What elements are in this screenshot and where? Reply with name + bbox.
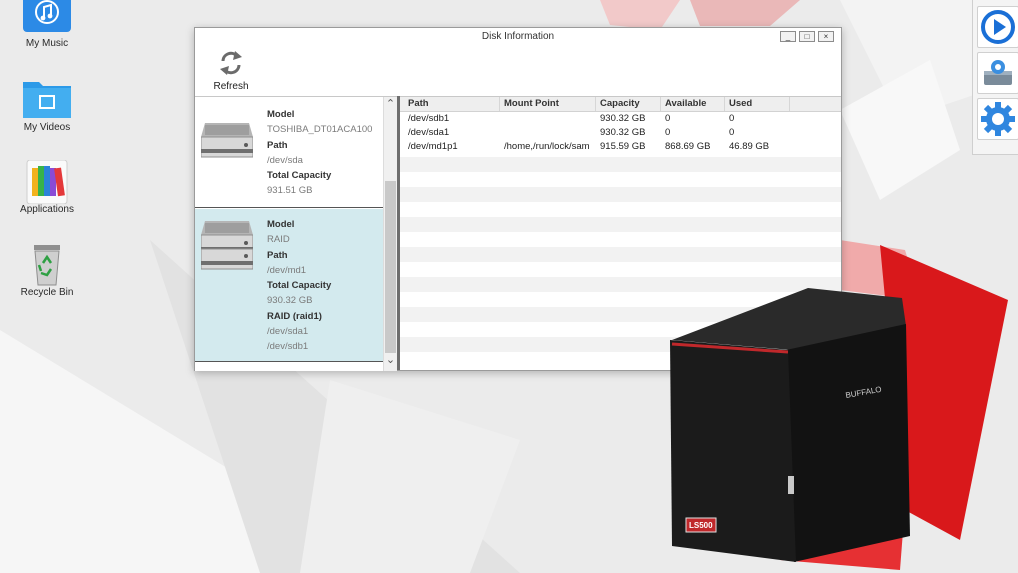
film-folder-icon bbox=[23, 78, 71, 118]
cell-capacity: 930.32 GB bbox=[600, 127, 646, 138]
cell-available: 0 bbox=[665, 113, 671, 124]
maximize-button[interactable]: □ bbox=[799, 31, 815, 42]
music-note-icon bbox=[23, 0, 71, 34]
refresh-arrows-icon bbox=[219, 50, 243, 81]
scroll-down-arrow[interactable]: ⌄ bbox=[384, 355, 397, 369]
title-bar[interactable]: Disk Information _ □ × bbox=[195, 28, 841, 46]
nas-device-image: LS500 BUFFALO bbox=[668, 286, 918, 566]
desktop-icon-label: Applications bbox=[20, 204, 74, 215]
cell-capacity: 915.59 GB bbox=[600, 141, 646, 152]
table-row[interactable]: /dev/sda1 930.32 GB 0 0 bbox=[400, 126, 841, 140]
desktop-icon-label: Recycle Bin bbox=[20, 287, 74, 298]
table-header: Path Mount Point Capacity Available Used bbox=[400, 97, 841, 112]
dock-disk-button[interactable] bbox=[977, 52, 1018, 94]
scroll-up-arrow[interactable]: ⌃ bbox=[384, 97, 397, 110]
window-title: Disk Information bbox=[481, 31, 555, 42]
cell-used: 0 bbox=[729, 113, 735, 124]
field-value: 931.51 GB bbox=[267, 185, 313, 197]
cell-path: /dev/sdb1 bbox=[408, 113, 450, 124]
right-dock bbox=[972, 0, 1018, 155]
cell-path: /dev/md1p1 bbox=[408, 141, 458, 152]
close-button[interactable]: × bbox=[818, 31, 834, 42]
disk-card-sda[interactable]: Model TOSHIBA_DT01ACA100 Path /dev/sda T… bbox=[195, 97, 383, 208]
field-key: Model bbox=[267, 219, 295, 230]
field-value: /dev/sda1 bbox=[267, 326, 309, 338]
hard-drive-icon bbox=[200, 247, 254, 291]
desktop-icon-label: My Music bbox=[25, 38, 69, 49]
column-header-used[interactable]: Used bbox=[725, 97, 790, 111]
minimize-button[interactable]: _ bbox=[780, 31, 796, 42]
field-value: 930.32 GB bbox=[267, 295, 313, 307]
desktop-icon-my-music[interactable]: My Music bbox=[7, 0, 87, 49]
desktop-icon-recycle-bin[interactable]: Recycle Bin bbox=[7, 243, 87, 298]
books-icon bbox=[23, 159, 71, 205]
disk-info: Model TOSHIBA_DT01ACA100 Path /dev/sda T… bbox=[267, 107, 372, 199]
dock-settings-button[interactable] bbox=[977, 98, 1018, 140]
column-header-available[interactable]: Available bbox=[661, 97, 725, 111]
cell-available: 868.69 GB bbox=[665, 141, 711, 152]
disk-card-raid-selected[interactable]: Model RAID Path /dev/md1 Total Capacity … bbox=[195, 209, 383, 362]
cell-used: 0 bbox=[729, 127, 735, 138]
scrollbar-thumb[interactable] bbox=[385, 181, 396, 353]
play-circle-icon bbox=[978, 10, 1018, 51]
field-key: Path bbox=[267, 249, 288, 261]
field-value: TOSHIBA_DT01ACA100 bbox=[267, 124, 373, 136]
disk-info: Model RAID Path /dev/md1 Total Capacity … bbox=[267, 217, 331, 355]
cell-available: 0 bbox=[665, 127, 671, 138]
field-key: RAID (raid1) bbox=[267, 310, 322, 322]
cell-mount-point bbox=[500, 112, 596, 126]
cell-path: /dev/sda1 bbox=[408, 127, 450, 138]
refresh-label: Refresh bbox=[213, 81, 249, 92]
disk-list-scrollbar[interactable]: ⌃ ⌄ bbox=[383, 97, 397, 371]
field-value: /dev/md1 bbox=[267, 264, 307, 276]
toolbar: Refresh bbox=[195, 46, 841, 96]
cell-capacity: 930.32 GB bbox=[600, 113, 646, 124]
settings-gear-icon bbox=[978, 102, 1018, 143]
field-key: Total Capacity bbox=[267, 280, 332, 292]
disk-list-pane: Model TOSHIBA_DT01ACA100 Path /dev/sda T… bbox=[195, 96, 397, 371]
field-key: Path bbox=[267, 139, 288, 151]
disk-gear-icon bbox=[978, 60, 1018, 97]
cell-used: 46.89 GB bbox=[729, 141, 770, 152]
column-header-capacity[interactable]: Capacity bbox=[596, 97, 661, 111]
field-key: Model bbox=[267, 109, 295, 120]
field-key: Total Capacity bbox=[267, 170, 332, 182]
column-header-mount-point[interactable]: Mount Point bbox=[500, 97, 596, 111]
table-row[interactable]: /dev/md1p1 /home,/run/lock/sam 915.59 GB… bbox=[400, 140, 841, 154]
field-value: RAID bbox=[267, 234, 290, 246]
cell-mount-point bbox=[500, 126, 596, 140]
table-row[interactable]: /dev/sdb1 930.32 GB 0 0 bbox=[400, 112, 841, 126]
field-value: /dev/sdb1 bbox=[267, 341, 309, 353]
desktop-icon-my-videos[interactable]: My Videos bbox=[7, 78, 87, 133]
desktop-icon-label: My Videos bbox=[23, 122, 71, 133]
column-header-path[interactable]: Path bbox=[404, 97, 500, 111]
refresh-button[interactable]: Refresh bbox=[205, 48, 257, 94]
nas-model-badge: LS500 bbox=[689, 521, 713, 530]
desktop-icon-applications[interactable]: Applications bbox=[7, 159, 87, 215]
field-value: /dev/sda bbox=[267, 154, 303, 166]
hard-drive-icon bbox=[200, 119, 254, 163]
cell-mount-point: /home,/run/lock/sam bbox=[504, 141, 590, 152]
dock-play-button[interactable] bbox=[977, 6, 1018, 48]
recycle-bin-icon bbox=[23, 243, 71, 286]
